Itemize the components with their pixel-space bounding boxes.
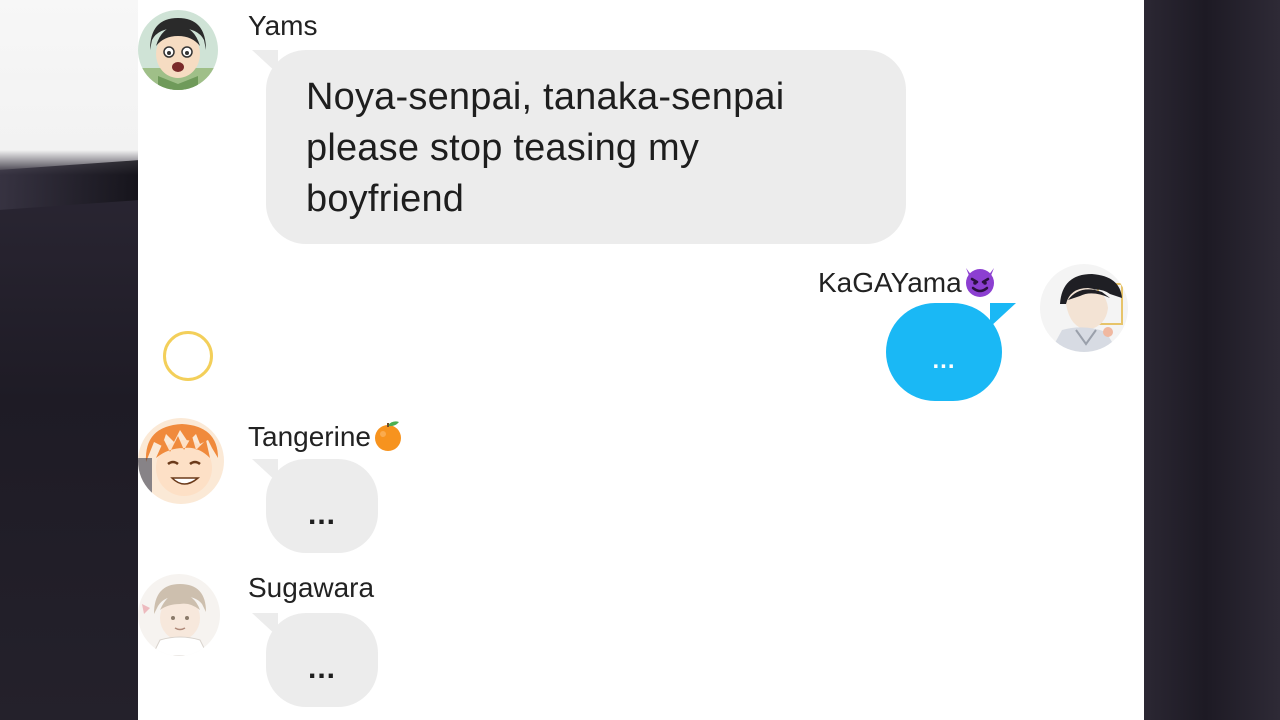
- message-bubble-yams[interactable]: Noya-senpai, tanaka-senpai please stop t…: [252, 50, 906, 244]
- sender-name-tangerine: Tangerine: [248, 418, 405, 459]
- message-text: ...: [932, 347, 956, 374]
- sender-name-kagayama: KaGAYama: [818, 264, 998, 305]
- avatar-sugawara[interactable]: [138, 574, 220, 656]
- message-line-3: boyfriend: [306, 178, 465, 220]
- hinata-avatar-icon: [138, 418, 224, 504]
- message-bubble-kagayama[interactable]: ...: [886, 303, 1016, 401]
- avatar-kagayama[interactable]: [1040, 264, 1128, 352]
- avatar-tangerine[interactable]: [138, 418, 224, 504]
- message-text: Noya-senpai, tanaka-senpai please stop t…: [306, 72, 906, 225]
- avatar-yams[interactable]: [138, 10, 218, 90]
- sugawara-avatar-icon: [138, 574, 220, 656]
- message-line-2: please stop teasing my: [306, 127, 700, 169]
- screen: Yams Noya-senpai, tanaka-senpai please s…: [0, 0, 1280, 720]
- sender-name-yams: Yams: [248, 10, 318, 41]
- kageyama-avatar-icon: [1040, 264, 1128, 352]
- sender-name-sugawara: Sugawara: [248, 572, 375, 603]
- message-line-1: Noya-senpai, tanaka-senpai: [306, 76, 785, 118]
- message-bubble-tangerine[interactable]: ...: [252, 459, 378, 553]
- yamaguchi-avatar-icon: [138, 10, 218, 90]
- blurred-background-left: [0, 0, 138, 720]
- chat-thread[interactable]: Yams Noya-senpai, tanaka-senpai please s…: [138, 0, 1144, 720]
- message-text: ...: [307, 652, 336, 685]
- message-bubble-sugawara[interactable]: ...: [252, 613, 378, 707]
- smiling-devil-emoji-icon: [962, 264, 998, 305]
- blurred-background-right: [1144, 0, 1280, 720]
- sender-name-text: KaGAYama: [818, 266, 962, 298]
- sender-name-text: Tangerine: [248, 420, 371, 452]
- message-text: ...: [307, 498, 336, 531]
- tangerine-emoji-icon: [371, 418, 405, 459]
- loading-indicator: [163, 331, 213, 381]
